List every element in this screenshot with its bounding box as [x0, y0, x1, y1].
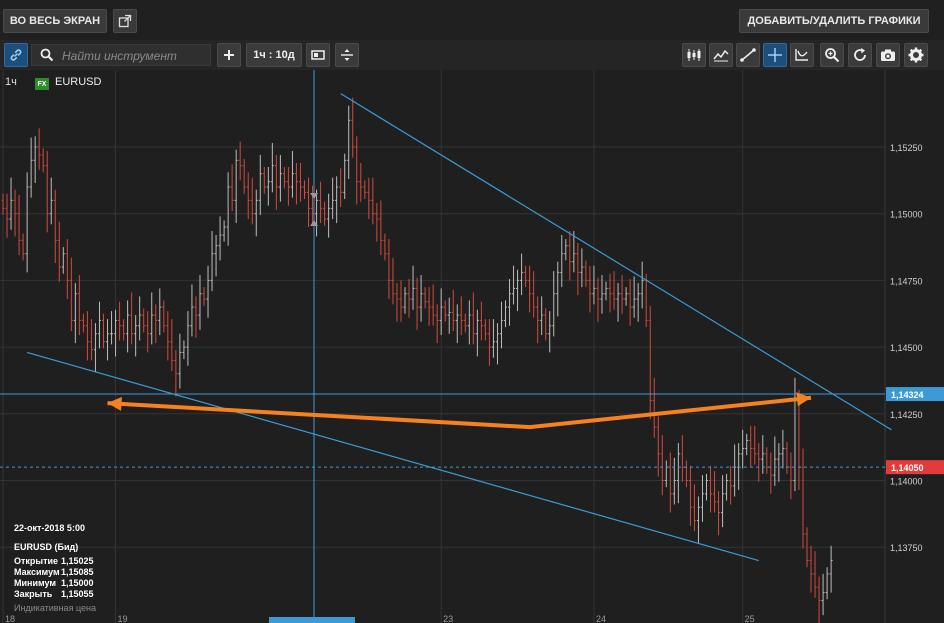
x-tick-label: 19 [118, 614, 128, 623]
info-row-high: Максимум 1,15085 [14, 567, 94, 577]
external-window-icon [118, 14, 132, 28]
crosshair-time-label [269, 617, 355, 623]
popout-button[interactable] [113, 9, 137, 33]
indicators-button[interactable] [682, 43, 706, 67]
add-instrument-button[interactable] [217, 43, 241, 67]
x-tick-label: 25 [745, 614, 755, 623]
screenshot-button[interactable] [876, 43, 900, 67]
search-icon [40, 48, 54, 62]
y-tick-label: 1,13750 [890, 543, 923, 553]
x-tick-label: 18 [5, 614, 15, 623]
y-tick-label: 1,14500 [890, 343, 923, 353]
y-tick-label: 1,14000 [890, 477, 923, 487]
indicative-price-note: Индикативная цена [14, 603, 96, 613]
y-tick-label: 1,15000 [890, 210, 923, 220]
y-tick-label: 1,14250 [890, 410, 923, 420]
crosshair-icon [768, 48, 782, 62]
crosshair-tool-button[interactable] [763, 43, 787, 67]
y-tick-label: 1,14750 [890, 276, 923, 286]
fibonacci-tool-button[interactable] [790, 43, 814, 67]
link-icon [10, 49, 22, 61]
x-tick-label: 23 [443, 614, 453, 623]
split-arrows-icon [341, 49, 353, 61]
curve-icon [795, 49, 808, 61]
last-price-text: 1,14050 [891, 463, 924, 473]
y-tick-label: 1,15250 [890, 143, 923, 153]
fx-badge: FX [35, 78, 49, 90]
info-row-close: Закрыть 1,15055 [14, 589, 94, 599]
chart-type-button[interactable] [306, 43, 330, 67]
trendline[interactable] [26, 351, 759, 562]
timeframe-button[interactable]: 1ч : 10д [246, 43, 302, 67]
x-tick-label: 24 [596, 614, 606, 623]
refresh-icon [854, 48, 866, 61]
annotation-arrow[interactable] [107, 395, 812, 430]
camera-icon [881, 49, 895, 61]
studies-button[interactable] [709, 43, 733, 67]
symbol-label[interactable]: EURUSD [55, 76, 101, 88]
trendline-tool-button[interactable] [736, 43, 760, 67]
arrowhead-left [107, 396, 122, 411]
timeframe-label: 1ч [5, 76, 17, 88]
chart-type-icon [311, 50, 325, 60]
refresh-button[interactable] [848, 43, 872, 67]
add-remove-charts-button[interactable]: ДОБАВИТЬ/УДАЛИТЬ ГРАФИКИ [739, 9, 929, 33]
fullscreen-button[interactable]: ВО ВЕСЬ ЭКРАН [3, 9, 107, 33]
candles-icon [687, 49, 701, 61]
trendline-icon [740, 48, 756, 62]
crosshair-price-text: 1,14324 [891, 390, 924, 400]
info-datetime: 22-окт-2018 5:00 [14, 523, 85, 533]
info-row-open: Открытие 1,15025 [14, 556, 94, 566]
settings-button[interactable] [904, 43, 928, 67]
price-chart[interactable]: 1,15250 1,15000 1,14750 1,14500 1,14250 1,140… [0, 70, 944, 623]
info-title: EURUSD (Бид) [14, 542, 79, 552]
zoom-button[interactable] [820, 43, 844, 67]
plus-icon [224, 50, 234, 60]
link-button[interactable] [4, 43, 28, 67]
gear-icon [908, 47, 924, 63]
top-bar: ВО ВЕСЬ ЭКРАН ДОБАВИТЬ/УДАЛИТЬ ГРАФИКИ [0, 0, 944, 40]
search-input[interactable] [60, 47, 209, 65]
info-row-low: Минимум 1,15000 [14, 578, 94, 588]
instrument-search[interactable] [31, 44, 211, 66]
line-chart-icon [713, 49, 729, 62]
zoom-in-icon [825, 48, 840, 63]
trendline[interactable] [340, 93, 892, 431]
compare-button[interactable] [335, 43, 359, 67]
